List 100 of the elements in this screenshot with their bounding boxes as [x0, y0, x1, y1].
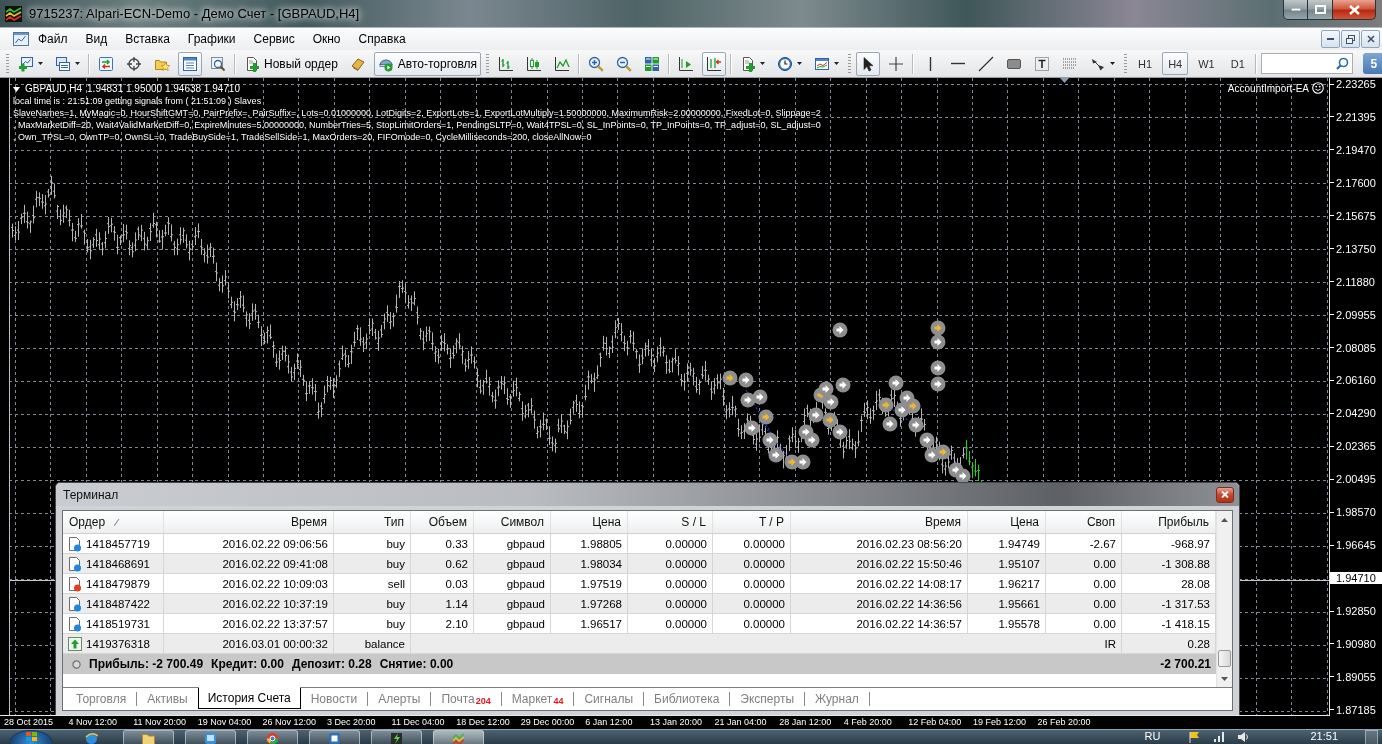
time-label: 26 Feb 20:00 — [1037, 716, 1092, 729]
start-button[interactable] — [9, 730, 53, 744]
time-label: 19 Nov 04:00 — [197, 716, 253, 729]
time-label: 4 Nov 12:00 — [68, 716, 119, 729]
column-header[interactable]: Символ — [500, 515, 544, 529]
table-cell: 0.00000 — [713, 574, 791, 593]
scroll-thumb[interactable] — [1218, 650, 1231, 667]
restore-icon — [1346, 34, 1355, 44]
close-button[interactable] — [1361, 30, 1380, 48]
document-plus-icon — [244, 55, 260, 72]
summary-item: Кредит: 0.00 — [211, 657, 284, 671]
smiley-icon — [1312, 82, 1324, 94]
table-cell: 0.00000 — [713, 554, 791, 573]
close-button[interactable] — [1332, 0, 1376, 20]
toolbar-grip[interactable] — [6, 53, 9, 74]
table-cell: 0.00000 — [713, 594, 791, 613]
autoscroll-icon — [706, 55, 723, 72]
rectangle-icon — [1007, 58, 1022, 69]
column-header[interactable]: Цена — [1010, 515, 1039, 529]
quote-text: 1.94831 1.95000 1.94638 1.94710 — [87, 83, 240, 95]
order-number: 1419376318 — [86, 637, 150, 650]
timeframe-button[interactable]: H4 — [1162, 52, 1189, 75]
toolbar-button[interactable] — [702, 51, 727, 76]
menu-item[interactable]: Вид — [76, 28, 117, 50]
restore-button[interactable] — [1307, 0, 1333, 20]
toolbar-grip[interactable] — [486, 53, 490, 74]
menu-item[interactable]: Вставка — [116, 28, 179, 50]
toolbar-button[interactable]: Новый ордер — [240, 51, 342, 76]
list-window-icon — [182, 55, 198, 72]
time-label: 29 Dec 00:00 — [520, 716, 576, 729]
table-cell: 0.62 — [411, 554, 474, 573]
close-button[interactable] — [1216, 486, 1234, 503]
tab[interactable]: История Счета — [197, 687, 301, 709]
restore-button[interactable] — [1341, 30, 1360, 48]
table-cell: 2016.02.22 09:06:56 — [164, 534, 334, 553]
taskbar-button[interactable] — [185, 730, 236, 744]
minimize-button[interactable] — [1283, 0, 1308, 20]
table-cell: gbpaud — [474, 574, 551, 593]
column-header[interactable]: Своп — [1086, 515, 1115, 529]
toolbar-button[interactable] — [856, 51, 881, 76]
column-header[interactable]: S / L — [681, 515, 706, 529]
order-number: 1418519731 — [86, 617, 150, 630]
unread-count: 204 — [475, 696, 491, 706]
time-label: 11 Nov 20:00 — [133, 716, 188, 729]
expert-log-line: , MaxMarketDiff=20, Wait4ValidMarketDiff=0, ExpireMinutes=5.00000000, NumberTries=5, StopLimitOrders=1, PendingSLTP=0, Wait4TPSL=0, SL_InPoints=0, TP_InPoints=0, TP_adjust=0, SL_adjust=0 — [13, 119, 821, 131]
order-number: 1418479879 — [86, 577, 150, 590]
column-header[interactable]: T / P — [758, 515, 784, 529]
menu-item[interactable]: Файл — [29, 28, 77, 50]
table-cell: buy — [334, 594, 411, 613]
column-header[interactable]: Тип — [384, 515, 404, 529]
vertical-line-icon — [928, 56, 932, 71]
collapse-triangle-icon[interactable] — [13, 86, 20, 92]
menu-item[interactable]: Графики — [178, 28, 245, 50]
table-cell: 2016.02.22 15:50:46 — [791, 554, 968, 573]
toolbar-grip[interactable] — [1124, 53, 1128, 74]
time-label: 28 Oct 2015 — [4, 716, 55, 729]
timeframe-button[interactable]: H1 — [1132, 52, 1159, 75]
minimize-button[interactable] — [1321, 30, 1340, 48]
zoom-out-icon — [616, 55, 633, 72]
taskbar-button[interactable] — [371, 730, 422, 744]
symbol-label: GBPAUD,H4 — [25, 83, 83, 95]
menu-item[interactable]: Окно — [303, 28, 350, 50]
text-box-icon — [1034, 55, 1051, 72]
menu-item[interactable]: Справка — [349, 28, 415, 50]
time-label: 6 Jan 12:00 — [585, 716, 634, 729]
time-label: 4 Feb 20:00 — [843, 716, 893, 729]
windows-stack-icon — [55, 55, 71, 72]
language-indicator[interactable]: RU — [1144, 730, 1161, 743]
square-logo-icon — [328, 732, 341, 744]
timeframe-button[interactable]: W1 — [1192, 52, 1221, 75]
summary-item: Депозит: 0.28 — [291, 657, 372, 671]
expert-log-line: SlaveNames=1, MyMagic=0, HourShiftGMT=0, PairPrefix=, PairSuffix=, Lots=0.01000000, LotDigits=2, ExportLots=1, ExportLotMultiply=1.50000000, MaximumRisk=2.00000000, FixedLot=0, Slippage=2 — [13, 107, 821, 119]
minimize-icon — [1290, 8, 1301, 11]
column-header[interactable]: Время — [290, 515, 327, 529]
column-header[interactable]: Время — [924, 515, 961, 529]
search-field[interactable] — [1260, 53, 1353, 74]
table-cell: 2016.02.22 09:41:08 — [164, 554, 334, 573]
summary-item: Прибыль: -2 700.49 — [89, 657, 204, 671]
column-header[interactable]: Ордер — [69, 515, 106, 529]
taskbar-button[interactable] — [309, 730, 360, 744]
column-header[interactable]: Объем — [428, 515, 467, 529]
table-cell: 0.00 — [1046, 554, 1122, 573]
taskbar-button[interactable] — [123, 730, 174, 744]
menu-item[interactable]: Сервис — [244, 28, 304, 50]
time-label: 11 Dec 04:00 — [391, 716, 446, 729]
table-cell: gbpaud — [474, 594, 551, 613]
taskbar-button[interactable] — [247, 730, 298, 744]
unread-count: 44 — [553, 696, 564, 706]
chart-plus-icon — [18, 55, 34, 72]
column-header[interactable]: Цена — [592, 515, 621, 529]
time-label: 13 Jan 20:00 — [649, 716, 703, 729]
time-label: 3 Dec 20:00 — [326, 716, 377, 729]
timeframe-button[interactable]: D1 — [1224, 52, 1251, 75]
search-icon — [1335, 57, 1349, 70]
minimize-icon — [1327, 38, 1334, 40]
toolbar-grip[interactable] — [848, 53, 852, 74]
show-desktop-button[interactable] — [1365, 730, 1378, 744]
order-number: 1418457719 — [86, 537, 150, 550]
toolbar-button[interactable]: Авто-торговля — [373, 51, 482, 76]
column-header[interactable]: Прибыль — [1158, 515, 1209, 529]
